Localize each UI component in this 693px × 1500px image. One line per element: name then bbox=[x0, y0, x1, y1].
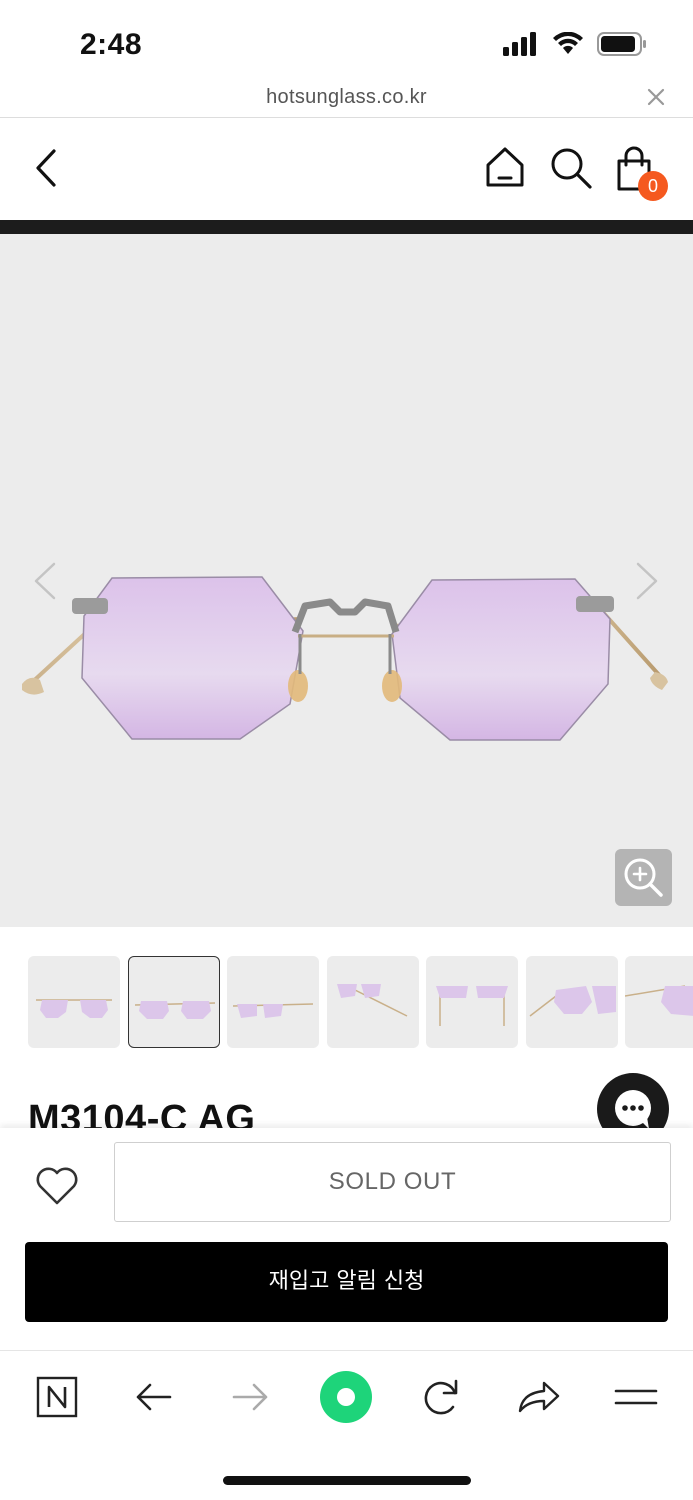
header-divider-bar bbox=[0, 220, 693, 234]
thumbnail-glasses-image bbox=[337, 984, 408, 1017]
forward-arrow-icon[interactable] bbox=[222, 1369, 278, 1425]
heart-icon[interactable] bbox=[34, 1163, 80, 1209]
product-title: M3104-C AG bbox=[28, 1098, 256, 1130]
glasses-image bbox=[22, 576, 668, 741]
thumbnail-glasses-image bbox=[436, 986, 508, 1026]
status-bar: 2:48 bbox=[0, 0, 693, 80]
thumbnail-glasses-image bbox=[529, 986, 616, 1017]
share-icon[interactable] bbox=[510, 1369, 566, 1425]
status-time: 2:48 bbox=[80, 28, 143, 61]
thumbnail-3[interactable] bbox=[227, 956, 319, 1048]
refresh-icon[interactable] bbox=[413, 1369, 469, 1425]
url-text[interactable]: hotsunglass.co.kr bbox=[0, 86, 693, 109]
thumbnail-glasses-image bbox=[232, 1003, 314, 1018]
signal-icon bbox=[503, 32, 536, 56]
next-image-arrow[interactable] bbox=[632, 560, 662, 602]
search-icon[interactable] bbox=[548, 145, 594, 191]
status-icons bbox=[503, 32, 647, 56]
purchase-panel: SOLD OUT 재입고 알림 신청 bbox=[0, 1128, 693, 1350]
sold-out-button[interactable]: SOLD OUT bbox=[114, 1142, 671, 1222]
wifi-icon bbox=[553, 32, 583, 54]
back-arrow-icon[interactable] bbox=[126, 1369, 182, 1425]
thumbnail-5[interactable] bbox=[426, 956, 518, 1048]
thumbnail-1[interactable] bbox=[28, 956, 120, 1048]
thumbnail-2[interactable] bbox=[128, 956, 220, 1048]
thumbnail-7[interactable] bbox=[625, 956, 693, 1048]
home-icon[interactable] bbox=[482, 145, 528, 191]
green-dot-icon[interactable] bbox=[318, 1369, 374, 1425]
restock-alert-button[interactable]: 재입고 알림 신청 bbox=[25, 1242, 668, 1322]
site-header bbox=[0, 119, 693, 220]
zoom-in-icon bbox=[624, 858, 663, 897]
battery-icon bbox=[597, 32, 646, 56]
thumbnail-strip bbox=[28, 956, 693, 1048]
zoom-button[interactable] bbox=[615, 849, 672, 906]
thumbnail-glasses-image bbox=[625, 985, 693, 1016]
home-indicator bbox=[223, 1476, 471, 1485]
cart-count-badge: 0 bbox=[638, 171, 668, 201]
thumbnail-6[interactable] bbox=[526, 956, 618, 1048]
thumbnail-glasses-image bbox=[36, 999, 112, 1018]
menu-icon[interactable] bbox=[608, 1369, 664, 1425]
thumbnail-glasses-image bbox=[134, 1001, 216, 1019]
thumbnail-4[interactable] bbox=[327, 956, 419, 1048]
naver-icon[interactable] bbox=[29, 1369, 85, 1425]
url-bar[interactable]: hotsunglass.co.kr bbox=[0, 80, 693, 118]
back-icon[interactable] bbox=[28, 145, 68, 191]
close-icon[interactable] bbox=[645, 86, 667, 108]
prev-image-arrow[interactable] bbox=[30, 560, 60, 602]
product-image[interactable] bbox=[0, 234, 693, 927]
